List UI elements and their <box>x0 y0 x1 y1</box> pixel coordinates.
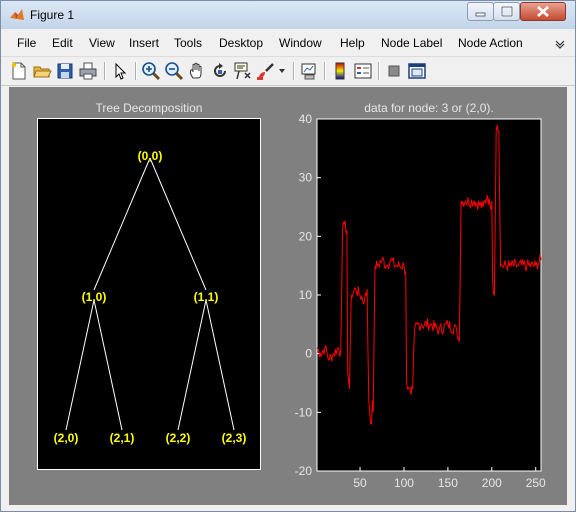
window-title: Figure 1 <box>30 8 75 22</box>
pan-hand-icon[interactable] <box>187 61 207 81</box>
toolbar-separator <box>293 62 295 80</box>
new-figure-icon[interactable] <box>9 61 29 81</box>
menu-overflow-icon[interactable] <box>555 39 565 49</box>
link-plot-icon[interactable] <box>299 61 319 81</box>
show-plot-tools-icon[interactable] <box>407 61 427 81</box>
y-tick-label: -20 <box>295 464 313 478</box>
edit-plot-arrow-icon[interactable] <box>110 61 130 81</box>
x-tick-label: 250 <box>526 476 546 490</box>
toolbar-separator <box>135 62 137 80</box>
toolbar-separator <box>104 62 106 80</box>
y-tick-label: 20 <box>299 229 313 243</box>
x-tick-label: 50 <box>353 476 367 490</box>
menu-view[interactable]: View <box>89 36 115 50</box>
matlab-icon <box>10 9 24 20</box>
menu-file[interactable]: File <box>17 36 36 50</box>
menu-insert[interactable]: Insert <box>129 36 159 50</box>
maximize-icon <box>500 5 514 18</box>
menu-tools[interactable]: Tools <box>174 36 202 50</box>
y-tick-label: 0 <box>305 347 312 361</box>
y-tick-label: 30 <box>299 171 313 185</box>
close-icon <box>537 6 549 17</box>
zoom-out-icon[interactable] <box>164 61 184 81</box>
insert-legend-icon[interactable] <box>353 61 373 81</box>
maximize-button[interactable] <box>493 2 520 21</box>
data-cursor-icon[interactable] <box>233 61 253 81</box>
x-tick-label: 200 <box>482 476 502 490</box>
brush-dropdown-icon[interactable] <box>279 69 285 74</box>
hide-plot-tools-icon[interactable] <box>384 61 404 81</box>
y-tick-label: -10 <box>295 405 313 419</box>
zoom-in-icon[interactable] <box>141 61 161 81</box>
menu-desktop[interactable]: Desktop <box>219 36 263 50</box>
toolbar-separator <box>378 62 380 80</box>
close-button[interactable] <box>520 2 566 21</box>
signal-chart: -20 -10 0 10 20 30 40 50 100 150 200 250 <box>295 112 546 490</box>
menu-node-action[interactable]: Node Action <box>458 36 523 50</box>
plot-area <box>316 118 542 472</box>
x-tick-label: 150 <box>438 476 458 490</box>
open-file-icon[interactable] <box>32 61 52 81</box>
toolbar-separator <box>324 62 326 80</box>
y-tick-label: 40 <box>299 112 313 126</box>
save-icon[interactable] <box>55 61 75 81</box>
menu-help[interactable]: Help <box>340 36 365 50</box>
figure-window: Figure 1 File Edit View Insert Tools Des… <box>0 0 576 512</box>
minimize-icon <box>475 12 486 17</box>
insert-colorbar-icon[interactable] <box>330 61 350 81</box>
menu-window[interactable]: Window <box>279 36 322 50</box>
minimize-button[interactable] <box>467 2 494 21</box>
toolbar <box>1 56 575 86</box>
menu-bar: File Edit View Insert Tools Desktop Wind… <box>1 31 575 55</box>
print-icon[interactable] <box>78 61 98 81</box>
brush-icon[interactable] <box>256 61 276 81</box>
rotate-3d-icon[interactable] <box>210 61 230 81</box>
x-tick-label: 100 <box>394 476 414 490</box>
menu-edit[interactable]: Edit <box>52 36 73 50</box>
menu-node-label[interactable]: Node Label <box>381 36 442 50</box>
y-tick-label: 10 <box>299 288 313 302</box>
figure-canvas: Tree Decomposition (0,0) (1,0) (1,1) (2,… <box>9 87 567 505</box>
title-bar[interactable]: Figure 1 <box>1 1 575 29</box>
